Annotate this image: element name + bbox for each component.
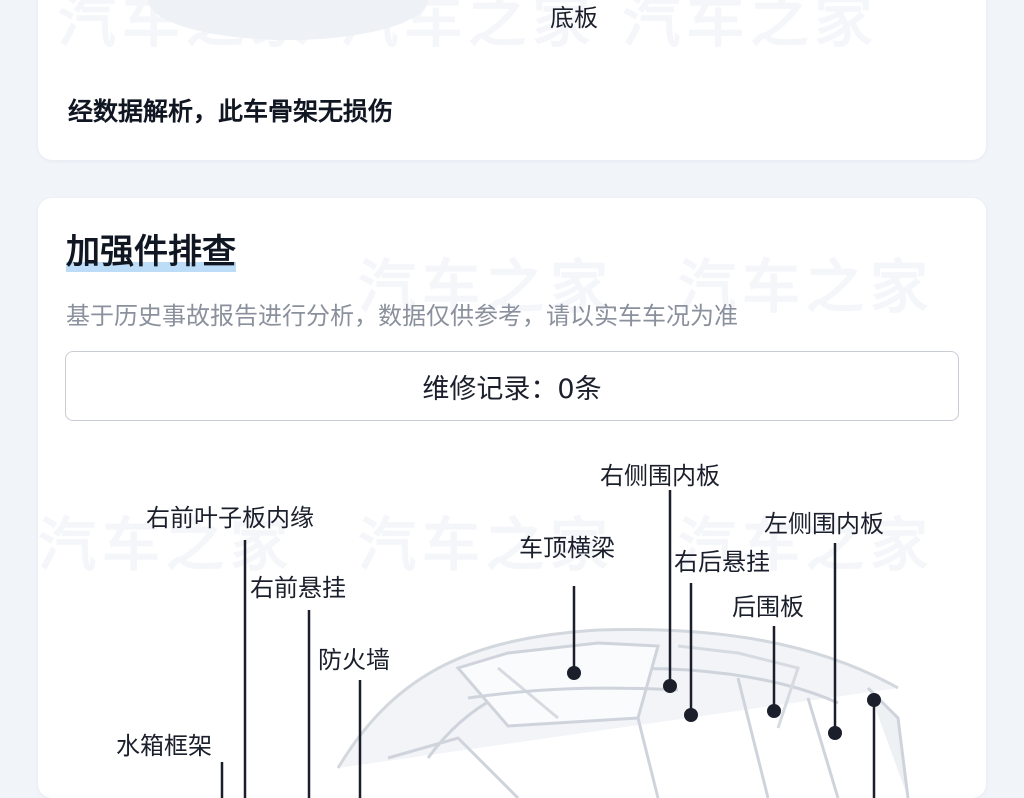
marker-right-side-inner[interactable] <box>663 679 677 693</box>
section-title: 加强件排查 <box>66 232 236 272</box>
car-frame-diagram: 右侧围内板 左侧围内板 右前叶子板内缘 车顶横梁 右后悬挂 右前悬挂 后围板 防… <box>116 462 910 798</box>
label-rear-panel: 后围板 <box>732 593 804 621</box>
label-right-rear-suspension: 右后悬挂 <box>674 548 770 576</box>
marker-rear-right[interactable] <box>867 693 881 707</box>
label-right-side-inner: 右侧围内板 <box>600 462 720 490</box>
reinforcement-check-card: 汽车之家 汽车之家 汽车之家 汽车之家 汽车之家 加强件排查 基于历史事故报告进… <box>38 198 986 798</box>
skeleton-result-text: 经数据解析，此车骨架无损伤 <box>68 97 394 126</box>
marker-roof-crossbeam[interactable] <box>567 666 581 680</box>
marker-rear-panel[interactable] <box>767 704 781 718</box>
marker-right-rear-suspension[interactable] <box>684 708 698 722</box>
label-right-front-fender-inner: 右前叶子板内缘 <box>146 504 314 532</box>
car-frame-illustration <box>336 627 910 798</box>
label-firewall: 防火墙 <box>318 646 390 674</box>
marker-left-side-inner[interactable] <box>828 726 842 740</box>
bottom-diagram-fragment <box>148 0 428 40</box>
label-right-front-suspension: 右前悬挂 <box>250 574 346 602</box>
part-label-bottom: 底板 <box>550 4 598 32</box>
label-roof-crossbeam: 车顶横梁 <box>519 534 615 562</box>
skeleton-result-card: 汽车之家 汽车之家 汽车之家 底板 经数据解析，此车骨架无损伤 <box>38 0 986 160</box>
label-left-side-inner: 左侧围内板 <box>764 510 884 538</box>
label-radiator-frame: 水箱框架 <box>116 732 212 760</box>
